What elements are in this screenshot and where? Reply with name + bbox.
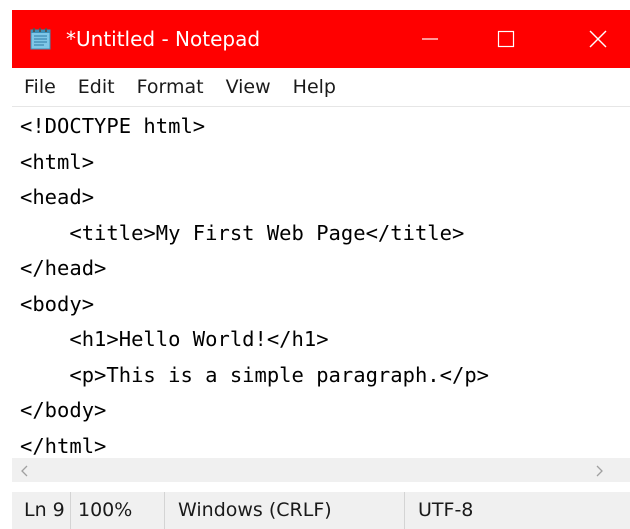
- menu-edit[interactable]: Edit: [67, 68, 126, 106]
- menu-format[interactable]: Format: [126, 68, 215, 106]
- status-line-ending: Windows (CRLF): [178, 499, 332, 521]
- status-bar: Ln 9 100% Windows (CRLF) UTF-8: [12, 492, 630, 529]
- editor-line: <body>: [20, 291, 95, 316]
- title-bar[interactable]: *Untitled - Notepad: [12, 10, 630, 68]
- status-zoom: 100%: [78, 499, 133, 521]
- editor-line: </body>: [20, 398, 107, 422]
- maximize-button[interactable]: [476, 10, 536, 68]
- text-editor[interactable]: <!DOCTYPE html> <html> <head> <title>My Fi…: [12, 107, 630, 457]
- horizontal-scrollbar[interactable]: [12, 458, 630, 482]
- notepad-window: *Untitled - Notepad File Edit Format Vie…: [0, 0, 630, 529]
- window-title: *Untitled - Notepad: [66, 27, 261, 51]
- status-divider: [164, 492, 165, 529]
- menu-file[interactable]: File: [12, 68, 67, 106]
- editor-line: <head>: [20, 185, 95, 209]
- editor-line: <h1>Hello World!</h1>: [20, 327, 329, 351]
- editor-line: <!DOCTYPE html>: [20, 114, 206, 138]
- scroll-left-icon[interactable]: [18, 463, 32, 482]
- editor-line: </html>: [20, 433, 107, 458]
- close-icon: [588, 29, 608, 49]
- status-cursor-position: Ln 9: [24, 499, 65, 521]
- editor-line: <html>: [20, 149, 95, 174]
- close-button[interactable]: [568, 10, 628, 68]
- maximize-icon: [497, 30, 515, 48]
- status-encoding: UTF-8: [418, 499, 474, 521]
- menu-view[interactable]: View: [215, 68, 282, 106]
- status-divider: [70, 492, 71, 529]
- notepad-icon: [28, 28, 54, 50]
- menu-bar: File Edit Format View Help: [12, 68, 630, 107]
- editor-line: <p>This is a simple paragraph.</p>: [20, 362, 489, 387]
- minimize-button[interactable]: [400, 10, 460, 68]
- status-divider: [404, 492, 405, 529]
- editor-line: </head>: [20, 256, 107, 280]
- editor-content: <!DOCTYPE html> <html> <head> <title>My Fi…: [20, 109, 489, 457]
- scroll-right-icon[interactable]: [592, 463, 606, 482]
- minimize-icon: [421, 30, 439, 48]
- menu-help[interactable]: Help: [282, 68, 347, 106]
- editor-line: <title>My First Web Page</title>: [20, 220, 465, 245]
